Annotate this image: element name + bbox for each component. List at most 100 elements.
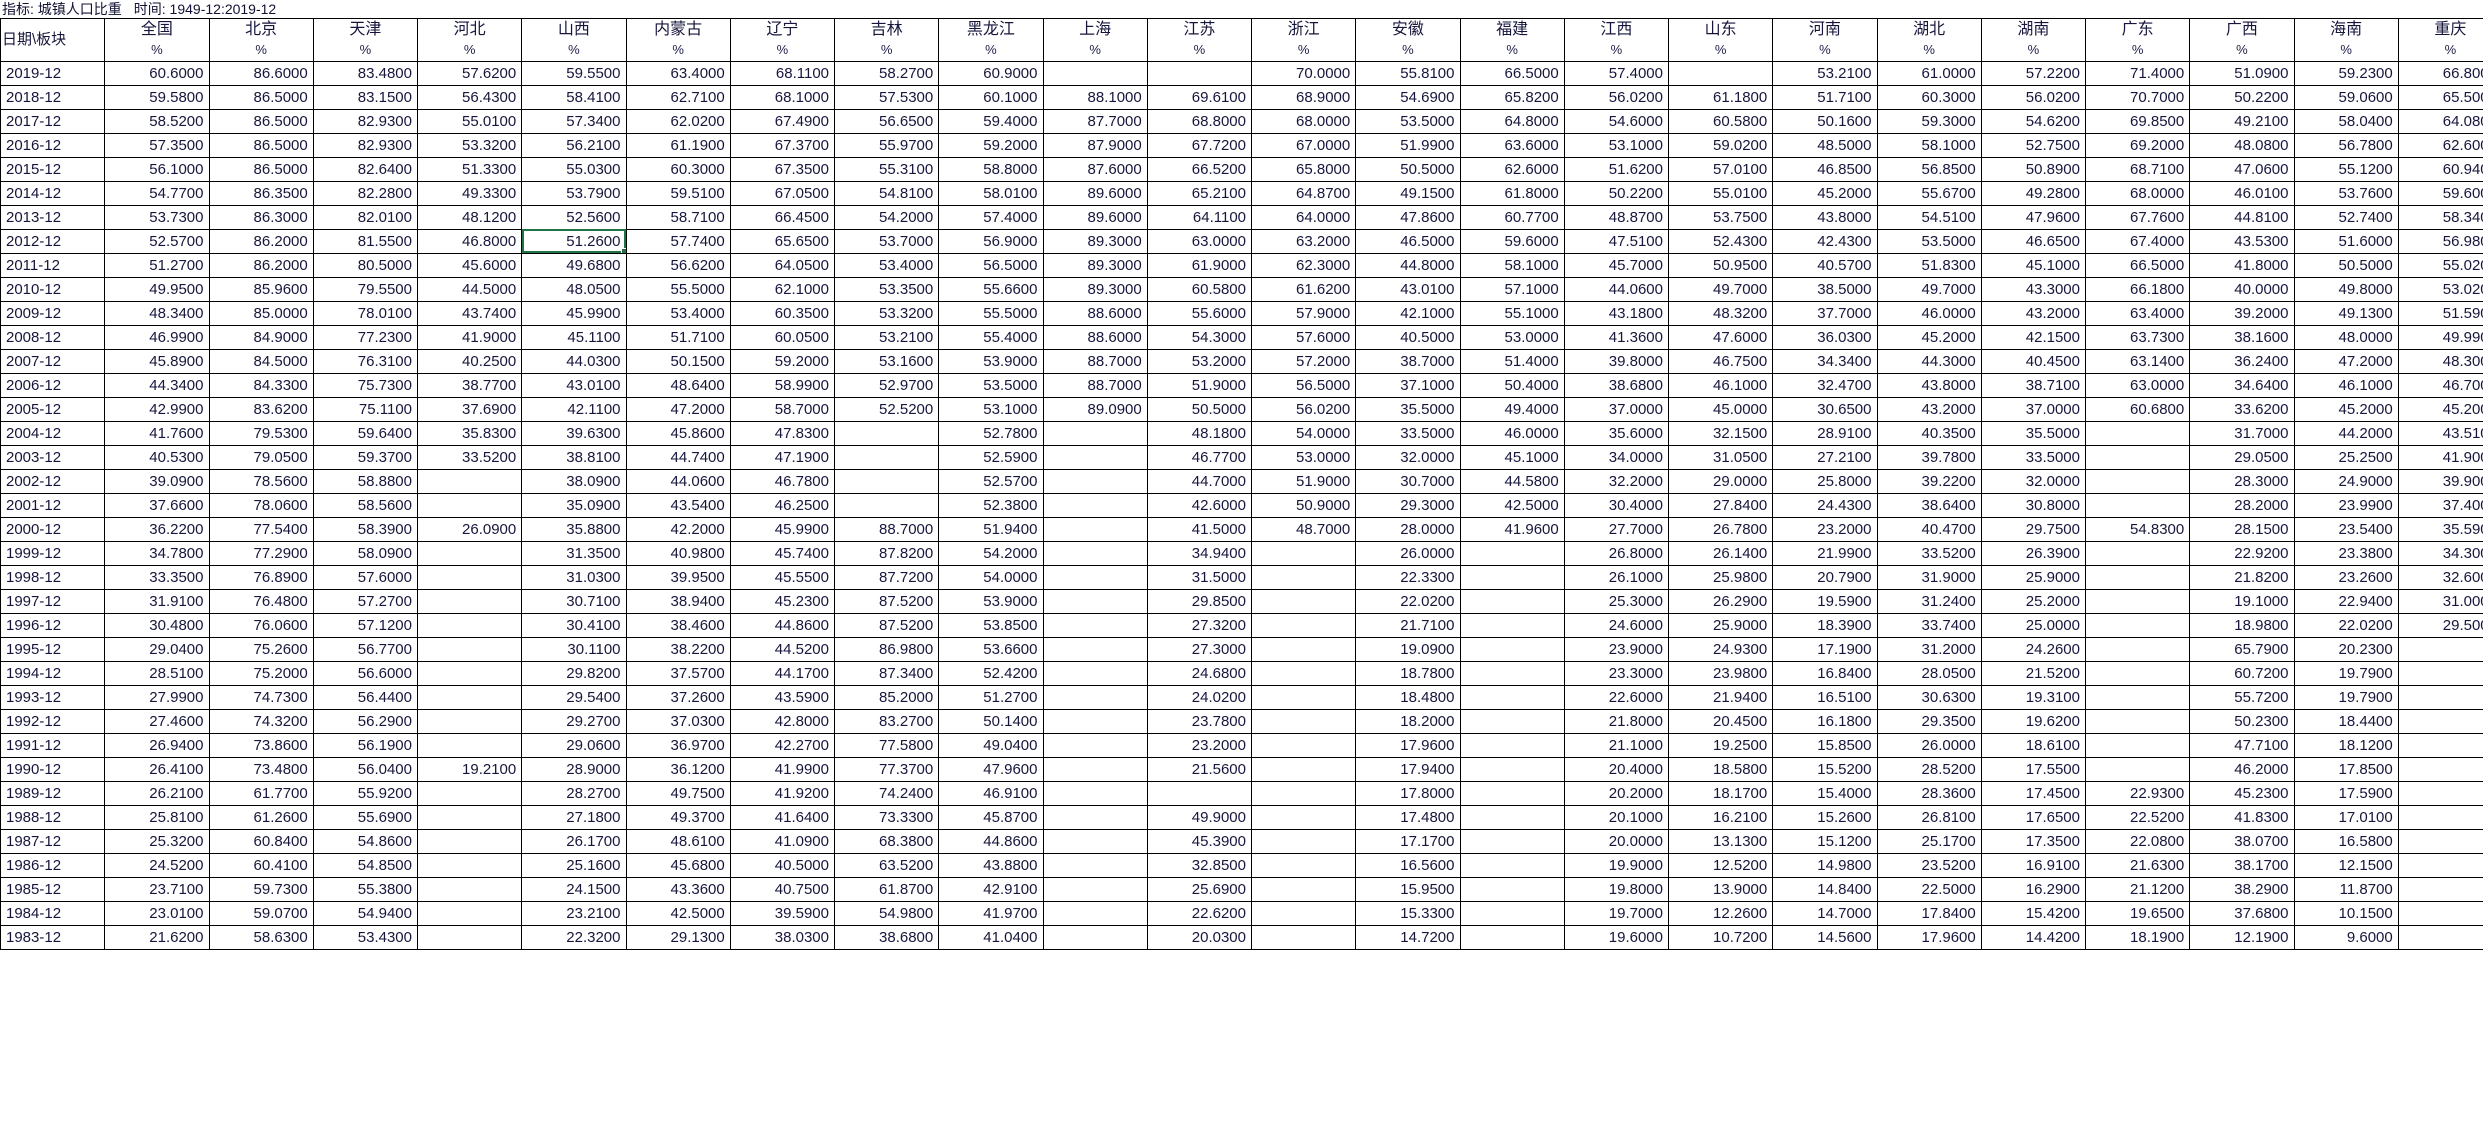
data-cell[interactable]: 56.9000 <box>938 228 1044 254</box>
data-cell[interactable]: 79.5300 <box>208 420 314 446</box>
data-cell[interactable]: 60.5800 <box>1667 108 1774 134</box>
data-cell[interactable]: 14.4200 <box>1980 924 2087 950</box>
data-cell[interactable] <box>833 492 940 518</box>
data-cell[interactable] <box>1250 900 1357 926</box>
data-cell[interactable]: 58.1000 <box>1459 252 1565 278</box>
data-cell[interactable]: 51.2600 <box>521 228 627 254</box>
data-cell[interactable]: 39.8000 <box>1563 348 1670 374</box>
data-cell[interactable]: 23.2100 <box>521 900 627 926</box>
data-cell[interactable]: 53.3200 <box>416 132 523 158</box>
data-cell[interactable]: 67.4900 <box>729 108 836 134</box>
data-cell[interactable] <box>1459 540 1565 566</box>
data-cell[interactable]: 30.6500 <box>1772 396 1878 422</box>
data-cell[interactable]: 80.5000 <box>312 252 419 278</box>
data-cell[interactable]: 29.7500 <box>1980 516 2087 542</box>
data-cell[interactable]: 55.4000 <box>938 324 1044 350</box>
data-cell[interactable]: 35.5000 <box>1980 420 2087 446</box>
data-cell[interactable]: 58.7000 <box>729 396 836 422</box>
data-cell[interactable]: 31.0500 <box>1667 444 1774 470</box>
data-cell[interactable]: 65.8000 <box>1250 156 1357 182</box>
column-header[interactable]: 江西 <box>1563 18 1670 41</box>
data-cell[interactable] <box>1042 876 1148 902</box>
data-cell[interactable]: 32.0000 <box>1980 468 2087 494</box>
data-cell[interactable] <box>2397 900 2483 926</box>
data-cell[interactable]: 26.7800 <box>1667 516 1774 542</box>
data-cell[interactable]: 48.3400 <box>104 300 210 326</box>
row-date-cell[interactable]: 1986-12 <box>0 852 106 878</box>
data-cell[interactable]: 57.6000 <box>1250 324 1357 350</box>
data-cell[interactable]: 50.4000 <box>1459 372 1565 398</box>
data-cell[interactable] <box>1042 636 1148 662</box>
data-cell[interactable] <box>1042 516 1148 542</box>
data-cell[interactable]: 54.6000 <box>1563 108 1670 134</box>
data-cell[interactable]: 53.7500 <box>1667 204 1774 230</box>
data-cell[interactable]: 45.0000 <box>1667 396 1774 422</box>
row-date-cell[interactable]: 2006-12 <box>0 372 106 398</box>
data-cell[interactable]: 53.7300 <box>104 204 210 230</box>
data-cell[interactable]: 21.1000 <box>1563 732 1670 758</box>
data-cell[interactable]: 60.8400 <box>208 828 314 854</box>
data-cell[interactable]: 50.5000 <box>1146 396 1253 422</box>
data-cell[interactable]: 55.6000 <box>1146 300 1253 326</box>
data-cell[interactable]: 53.9000 <box>938 588 1044 614</box>
data-cell[interactable]: 45.7400 <box>729 540 836 566</box>
data-cell[interactable]: 52.3800 <box>938 492 1044 518</box>
data-cell[interactable]: 42.5000 <box>1459 492 1565 518</box>
data-cell[interactable]: 28.2700 <box>521 780 627 806</box>
row-date-cell[interactable]: 1988-12 <box>0 804 106 830</box>
data-cell[interactable]: 42.1500 <box>1980 324 2087 350</box>
data-cell[interactable] <box>1042 900 1148 926</box>
data-cell[interactable]: 56.0200 <box>1980 84 2087 110</box>
data-cell[interactable]: 57.0100 <box>1667 156 1774 182</box>
column-header[interactable]: 全国 <box>104 18 210 41</box>
data-cell[interactable]: 23.0100 <box>104 900 210 926</box>
data-cell[interactable]: 57.6200 <box>416 60 523 86</box>
data-cell[interactable]: 54.9400 <box>312 900 419 926</box>
data-cell[interactable]: 38.5000 <box>1772 276 1878 302</box>
data-cell[interactable]: 63.4000 <box>2084 300 2191 326</box>
data-cell[interactable] <box>2084 684 2191 710</box>
data-cell[interactable]: 54.7700 <box>104 180 210 206</box>
data-cell[interactable]: 77.3700 <box>833 756 940 782</box>
data-cell[interactable]: 64.0500 <box>729 252 836 278</box>
data-cell[interactable]: 59.6000 <box>2397 180 2483 206</box>
data-cell[interactable]: 73.3300 <box>833 804 940 830</box>
data-cell[interactable]: 28.3600 <box>1876 780 1982 806</box>
data-cell[interactable] <box>416 612 523 638</box>
data-cell[interactable]: 28.9100 <box>1772 420 1878 446</box>
data-cell[interactable]: 41.6400 <box>729 804 836 830</box>
data-cell[interactable]: 86.5000 <box>208 156 314 182</box>
data-cell[interactable]: 76.4800 <box>208 588 314 614</box>
data-cell[interactable]: 89.6000 <box>1042 180 1148 206</box>
data-cell[interactable]: 49.8000 <box>2293 276 2399 302</box>
data-cell[interactable]: 65.2100 <box>1146 180 1253 206</box>
data-cell[interactable]: 46.9100 <box>938 780 1044 806</box>
row-date-cell[interactable]: 2003-12 <box>0 444 106 470</box>
data-cell[interactable]: 21.5600 <box>1146 756 1253 782</box>
data-cell[interactable]: 54.0000 <box>1250 420 1357 446</box>
column-header[interactable]: 安徽 <box>1355 18 1461 41</box>
data-cell[interactable]: 22.0800 <box>2084 828 2191 854</box>
data-cell[interactable]: 21.6300 <box>2084 852 2191 878</box>
data-cell[interactable]: 36.2200 <box>104 516 210 542</box>
data-cell[interactable]: 63.2000 <box>1250 228 1357 254</box>
data-cell[interactable]: 58.0900 <box>312 540 419 566</box>
row-date-cell[interactable]: 1996-12 <box>0 612 106 638</box>
data-cell[interactable]: 54.5100 <box>1876 204 1982 230</box>
data-cell[interactable]: 53.4000 <box>625 300 731 326</box>
row-date-cell[interactable]: 1983-12 <box>0 924 106 950</box>
data-cell[interactable]: 40.3500 <box>1876 420 1982 446</box>
data-cell[interactable]: 48.3000 <box>2397 348 2483 374</box>
data-cell[interactable]: 69.2000 <box>2084 132 2191 158</box>
data-cell[interactable]: 61.1900 <box>625 132 731 158</box>
data-cell[interactable] <box>416 468 523 494</box>
data-cell[interactable]: 20.2300 <box>2293 636 2399 662</box>
data-cell[interactable] <box>1146 780 1253 806</box>
row-date-cell[interactable]: 2012-12 <box>0 228 106 254</box>
data-cell[interactable]: 45.9900 <box>521 300 627 326</box>
data-cell[interactable]: 42.6000 <box>1146 492 1253 518</box>
data-cell[interactable]: 38.6800 <box>833 924 940 950</box>
data-cell[interactable]: 43.8000 <box>1772 204 1878 230</box>
data-cell[interactable]: 16.2900 <box>1980 876 2087 902</box>
data-cell[interactable]: 44.8600 <box>729 612 836 638</box>
